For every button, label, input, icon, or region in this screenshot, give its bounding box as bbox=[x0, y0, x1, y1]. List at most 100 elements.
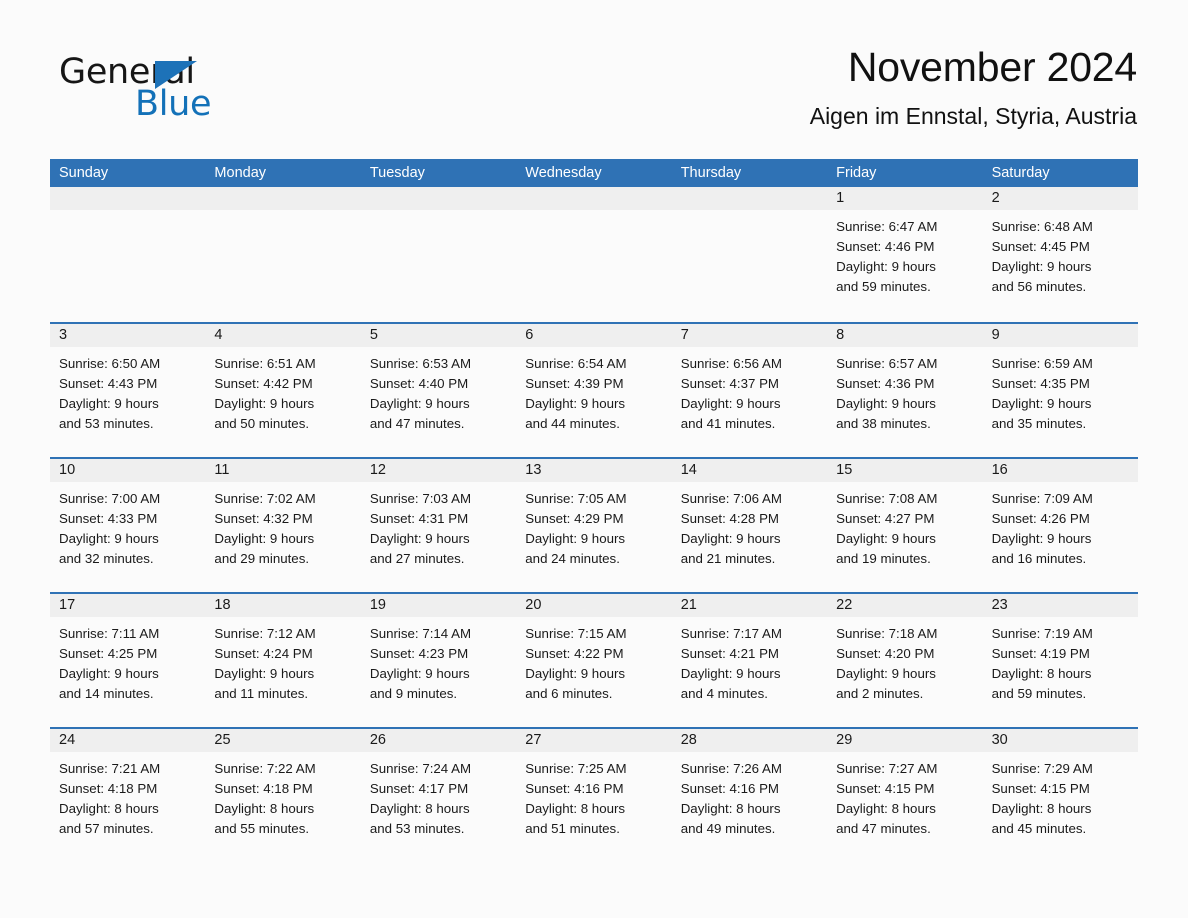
day-cell[interactable]: 19 Sunrise: 7:14 AM Sunset: 4:23 PM Dayligh… bbox=[360, 594, 517, 727]
daylight-text-line1: Daylight: 9 hours bbox=[59, 531, 159, 546]
day-cell[interactable]: 9 Sunrise: 6:59 AM Sunset: 4:35 PM Daylight… bbox=[982, 324, 1138, 457]
day-info bbox=[672, 210, 827, 217]
day-info: Sunrise: 7:05 AM Sunset: 4:29 PM Daylight:… bbox=[516, 482, 671, 569]
day-cell[interactable]: 15 Sunrise: 7:08 AM Sunset: 4:27 PM Dayligh… bbox=[827, 459, 983, 592]
day-cell[interactable] bbox=[205, 187, 361, 322]
daylight-text-line2: and 2 minutes. bbox=[836, 686, 924, 701]
daylight-text-line2: and 35 minutes. bbox=[991, 416, 1087, 431]
daylight-text-line2: and 4 minutes. bbox=[680, 686, 768, 701]
day-cell[interactable]: 18 Sunrise: 7:12 AM Sunset: 4:24 PM Dayligh… bbox=[205, 594, 361, 727]
day-cell[interactable]: 25 Sunrise: 7:22 AM Sunset: 4:18 PM Dayligh… bbox=[205, 729, 361, 862]
daylight-text-line2: and 53 minutes. bbox=[369, 821, 465, 836]
day-cell[interactable] bbox=[360, 187, 517, 322]
day-cell[interactable]: 17 Sunrise: 7:11 AM Sunset: 4:25 PM Dayligh… bbox=[50, 594, 206, 727]
day-cell[interactable]: 12 Sunrise: 7:03 AM Sunset: 4:31 PM Dayligh… bbox=[360, 459, 517, 592]
day-cell[interactable]: 1 Sunrise: 6:47 AM Sunset: 4:46 PM Daylight… bbox=[827, 187, 983, 322]
day-info: Sunrise: 7:09 AM Sunset: 4:26 PM Daylight:… bbox=[983, 482, 1138, 569]
day-cell[interactable]: 27 Sunrise: 7:25 AM Sunset: 4:16 PM Dayligh… bbox=[516, 729, 672, 862]
day-number: 23 bbox=[982, 594, 1138, 617]
daylight-text-line2: and 41 minutes. bbox=[680, 416, 776, 431]
day-cell[interactable]: 2 Sunrise: 6:48 AM Sunset: 4:45 PM Daylight… bbox=[982, 187, 1138, 322]
day-info: Sunrise: 7:27 AM Sunset: 4:15 PM Daylight:… bbox=[827, 752, 982, 839]
sunset-text: Sunset: 4:42 PM bbox=[214, 376, 313, 391]
day-info: Sunrise: 6:57 AM Sunset: 4:36 PM Daylight:… bbox=[827, 347, 982, 434]
daylight-text-line2: and 50 minutes. bbox=[214, 416, 310, 431]
day-info: Sunrise: 7:18 AM Sunset: 4:20 PM Daylight:… bbox=[827, 617, 982, 704]
page-header: General Blue November 2024 Aigen im Enns… bbox=[51, 44, 1137, 148]
daylight-text-line2: and 6 minutes. bbox=[525, 686, 613, 701]
sunset-text: Sunset: 4:28 PM bbox=[680, 511, 780, 526]
day-cell[interactable]: 22 Sunrise: 7:18 AM Sunset: 4:20 PM Dayligh… bbox=[827, 594, 983, 727]
day-cell[interactable]: 10 Sunrise: 7:00 AM Sunset: 4:33 PM Dayligh… bbox=[50, 459, 206, 592]
daylight-text-line1: Daylight: 8 hours bbox=[836, 801, 936, 816]
sunrise-text: Sunrise: 7:25 AM bbox=[525, 761, 627, 776]
daylight-text-line2: and 47 minutes. bbox=[369, 416, 465, 431]
day-cell[interactable]: 26 Sunrise: 7:24 AM Sunset: 4:17 PM Dayligh… bbox=[360, 729, 517, 862]
day-info: Sunrise: 7:19 AM Sunset: 4:19 PM Daylight:… bbox=[983, 617, 1138, 704]
day-number bbox=[671, 187, 828, 210]
day-number: 20 bbox=[516, 594, 672, 617]
general-blue-logo[interactable]: General Blue bbox=[59, 52, 359, 136]
day-info: Sunrise: 7:25 AM Sunset: 4:16 PM Daylight:… bbox=[516, 752, 671, 839]
sunset-text: Sunset: 4:26 PM bbox=[991, 511, 1090, 526]
day-number bbox=[205, 187, 361, 210]
day-number: 22 bbox=[827, 594, 983, 617]
day-number: 21 bbox=[671, 594, 828, 617]
sunrise-text: Sunrise: 7:15 AM bbox=[525, 626, 627, 641]
sunset-text: Sunset: 4:21 PM bbox=[680, 646, 780, 661]
day-cell[interactable]: 23 Sunrise: 7:19 AM Sunset: 4:19 PM Dayligh… bbox=[982, 594, 1138, 727]
day-cell[interactable]: 7 Sunrise: 6:56 AM Sunset: 4:37 PM Daylight… bbox=[671, 324, 828, 457]
sunset-text: Sunset: 4:35 PM bbox=[991, 376, 1090, 391]
daylight-text-line2: and 16 minutes. bbox=[991, 551, 1087, 566]
sunset-text: Sunset: 4:46 PM bbox=[836, 239, 935, 254]
sunrise-text: Sunrise: 7:03 AM bbox=[369, 491, 472, 506]
day-info: Sunrise: 7:14 AM Sunset: 4:23 PM Daylight:… bbox=[361, 617, 516, 704]
daylight-text-line2: and 21 minutes. bbox=[680, 551, 776, 566]
day-cell[interactable]: 11 Sunrise: 7:02 AM Sunset: 4:32 PM Dayligh… bbox=[205, 459, 361, 592]
weekday-friday: Friday bbox=[836, 165, 877, 181]
daylight-text-line1: Daylight: 9 hours bbox=[680, 531, 781, 546]
sunrise-text: Sunrise: 7:29 AM bbox=[991, 761, 1093, 776]
sunset-text: Sunset: 4:31 PM bbox=[369, 511, 469, 526]
day-info: Sunrise: 7:06 AM Sunset: 4:28 PM Daylight:… bbox=[672, 482, 827, 569]
daylight-text-line1: Daylight: 9 hours bbox=[991, 531, 1092, 546]
day-number: 13 bbox=[516, 459, 672, 482]
day-cell[interactable]: 30 Sunrise: 7:29 AM Sunset: 4:15 PM Dayligh… bbox=[982, 729, 1138, 862]
sunrise-text: Sunrise: 7:11 AM bbox=[59, 626, 160, 641]
day-cell[interactable]: 13 Sunrise: 7:05 AM Sunset: 4:29 PM Dayligh… bbox=[516, 459, 672, 592]
daylight-text-line2: and 9 minutes. bbox=[369, 686, 458, 701]
daylight-text-line1: Daylight: 9 hours bbox=[214, 666, 315, 681]
day-cell[interactable]: 3 Sunrise: 6:50 AM Sunset: 4:43 PM Daylight… bbox=[50, 324, 206, 457]
sunrise-text: Sunrise: 6:54 AM bbox=[525, 356, 627, 371]
sunrise-text: Sunrise: 7:05 AM bbox=[525, 491, 627, 506]
day-info: Sunrise: 7:02 AM Sunset: 4:32 PM Daylight:… bbox=[205, 482, 360, 569]
day-cell[interactable] bbox=[516, 187, 672, 322]
day-cell[interactable]: 21 Sunrise: 7:17 AM Sunset: 4:21 PM Dayligh… bbox=[671, 594, 828, 727]
day-cell[interactable]: 8 Sunrise: 6:57 AM Sunset: 4:36 PM Daylight… bbox=[827, 324, 983, 457]
daylight-text-line1: Daylight: 9 hours bbox=[369, 666, 470, 681]
daylight-text-line1: Daylight: 9 hours bbox=[214, 531, 315, 546]
day-cell[interactable] bbox=[50, 187, 206, 322]
daylight-text-line1: Daylight: 9 hours bbox=[836, 396, 936, 411]
day-cell[interactable]: 4 Sunrise: 6:51 AM Sunset: 4:42 PM Daylight… bbox=[205, 324, 361, 457]
day-cell[interactable]: 29 Sunrise: 7:27 AM Sunset: 4:15 PM Dayligh… bbox=[827, 729, 983, 862]
day-cell[interactable]: 24 Sunrise: 7:21 AM Sunset: 4:18 PM Dayligh… bbox=[50, 729, 206, 862]
sunrise-text: Sunrise: 7:26 AM bbox=[680, 761, 782, 776]
day-cell[interactable] bbox=[671, 187, 828, 322]
day-cell[interactable]: 28 Sunrise: 7:26 AM Sunset: 4:16 PM Dayligh… bbox=[671, 729, 828, 862]
sunrise-text: Sunrise: 6:47 AM bbox=[836, 219, 938, 234]
day-cell[interactable]: 6 Sunrise: 6:54 AM Sunset: 4:39 PM Daylight… bbox=[516, 324, 672, 457]
sunrise-text: Sunrise: 7:14 AM bbox=[369, 626, 472, 641]
day-cell[interactable]: 20 Sunrise: 7:15 AM Sunset: 4:22 PM Dayligh… bbox=[516, 594, 672, 727]
daylight-text-line1: Daylight: 8 hours bbox=[369, 801, 470, 816]
daylight-text-line1: Daylight: 9 hours bbox=[680, 666, 781, 681]
day-number: 8 bbox=[827, 324, 983, 347]
daylight-text-line1: Daylight: 8 hours bbox=[214, 801, 315, 816]
day-cell[interactable]: 14 Sunrise: 7:06 AM Sunset: 4:28 PM Dayligh… bbox=[671, 459, 828, 592]
day-cell[interactable]: 5 Sunrise: 6:53 AM Sunset: 4:40 PM Daylight… bbox=[360, 324, 517, 457]
daylight-text-line2: and 53 minutes. bbox=[59, 416, 154, 431]
day-cell[interactable]: 16 Sunrise: 7:09 AM Sunset: 4:26 PM Dayligh… bbox=[982, 459, 1138, 592]
day-number: 27 bbox=[516, 729, 672, 752]
sunrise-text: Sunrise: 7:17 AM bbox=[680, 626, 782, 641]
day-info: Sunrise: 7:15 AM Sunset: 4:22 PM Daylight:… bbox=[516, 617, 671, 704]
